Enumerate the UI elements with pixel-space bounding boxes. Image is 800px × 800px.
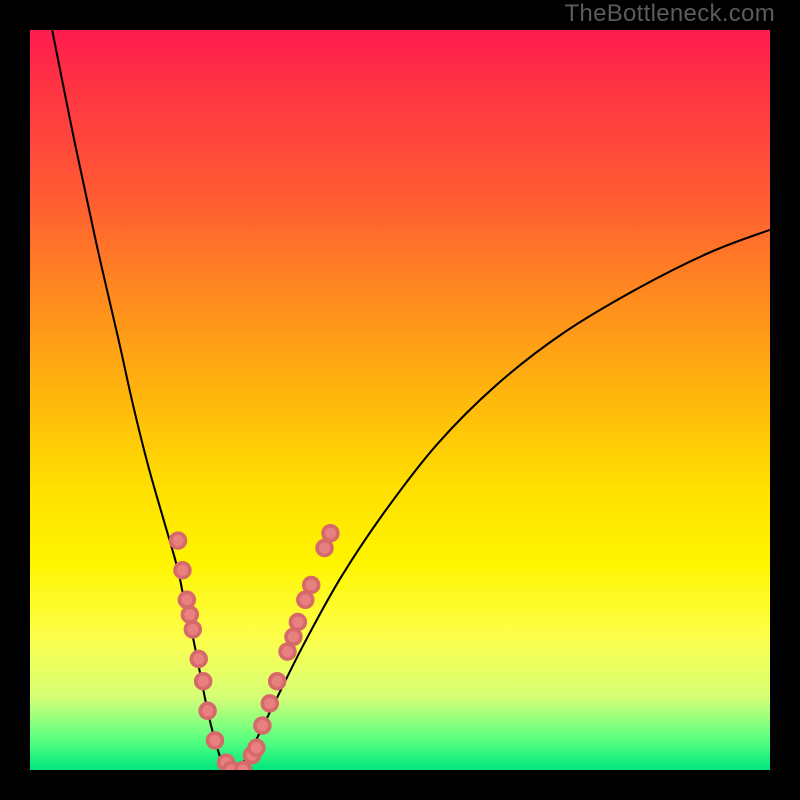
curve-marker [236,763,251,770]
curve-marker [323,526,338,541]
curve-marker [270,674,285,689]
curve-marker [196,674,211,689]
curve-marker [290,615,305,630]
chart-frame: TheBottleneck.com [0,0,800,800]
curve-marker [208,733,223,748]
bottleneck-curve-path [52,30,770,770]
curve-marker [171,533,186,548]
curve-marker [286,629,301,644]
curve-marker [280,644,295,659]
curve-marker [317,541,332,556]
curve-marker [191,652,206,667]
curve-marker [185,622,200,637]
watermark-text: TheBottleneck.com [564,0,775,28]
bottleneck-curve-svg [30,30,770,770]
plot-area [30,30,770,770]
curve-marker [255,718,270,733]
curve-marker [262,696,277,711]
curve-marker [249,740,264,755]
curve-marker [304,578,319,593]
curve-marker [200,703,215,718]
curve-marker [179,592,194,607]
curve-marker [175,563,190,578]
curve-marker [298,592,313,607]
curve-marker [182,607,197,622]
